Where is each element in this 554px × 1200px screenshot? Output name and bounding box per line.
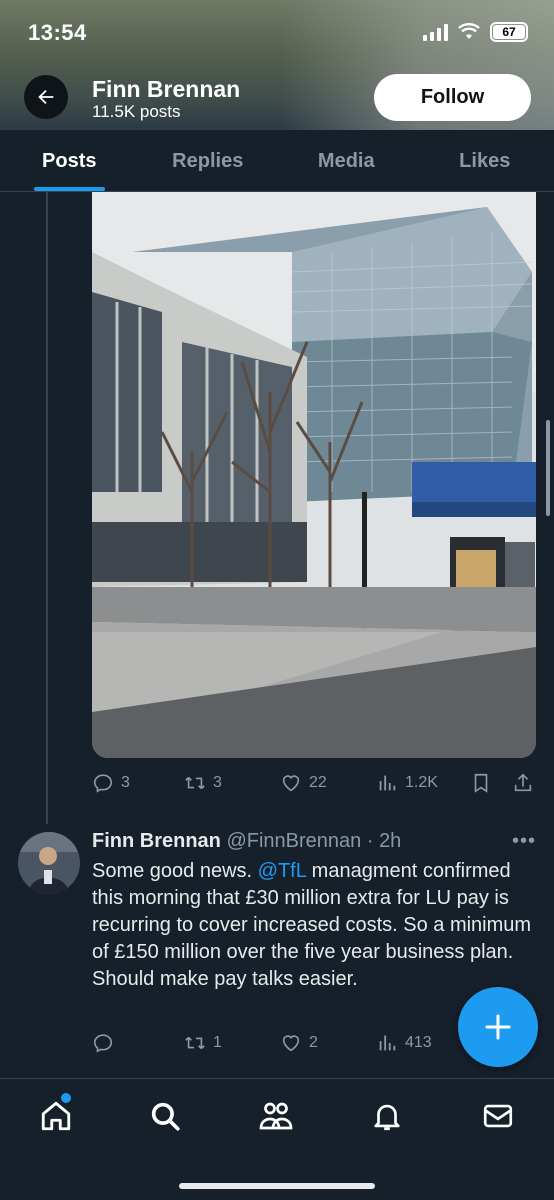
nav-messages[interactable] — [480, 1098, 516, 1134]
tweet-time: 2h — [379, 830, 402, 852]
like-count: 22 — [309, 774, 327, 791]
profile-header: 13:54 67 Finn Brennan 11.5K posts Follow — [0, 0, 554, 130]
views-button[interactable]: 413 — [376, 1028, 432, 1058]
nav-communities[interactable] — [258, 1098, 294, 1134]
bell-icon — [374, 1104, 400, 1131]
like-count: 2 — [309, 1034, 318, 1051]
nav-search[interactable] — [147, 1098, 183, 1134]
repost-button[interactable]: 3 — [184, 768, 222, 798]
status-time-text: 13:54 — [28, 20, 87, 45]
arrow-left-icon — [38, 89, 54, 105]
more-options-icon[interactable]: ••• — [512, 830, 536, 853]
communities-icon — [259, 1102, 293, 1130]
tab-media[interactable]: Media — [277, 130, 416, 191]
heart-icon — [282, 1035, 300, 1052]
scrollbar[interactable] — [546, 420, 550, 516]
reply-icon — [93, 1034, 113, 1053]
bookmark-icon — [474, 773, 488, 793]
views-button[interactable]: 1.2K — [376, 768, 438, 798]
follow-button[interactable]: Follow — [374, 74, 531, 121]
repost-icon — [185, 1036, 205, 1050]
status-icons: 67 — [423, 22, 528, 42]
avatar-photo — [18, 832, 80, 894]
share-icon — [514, 773, 532, 792]
reply-icon — [93, 774, 113, 793]
thread-connector-line — [46, 192, 48, 824]
battery-icon: 67 — [490, 22, 528, 42]
back-button[interactable] — [24, 75, 68, 119]
signal-icon — [423, 23, 448, 41]
tweet-actions: 3 3 22 1.2K — [92, 768, 542, 798]
repost-icon — [185, 776, 205, 790]
post-count: 11.5K posts — [92, 102, 181, 121]
tab-label: Media — [317, 150, 375, 172]
mention-link[interactable]: @TfL — [258, 860, 306, 882]
like-button[interactable]: 2 — [280, 1028, 318, 1058]
tab-posts[interactable]: Posts — [0, 130, 139, 191]
envelope-icon — [483, 1104, 513, 1128]
nav-home[interactable] — [38, 1098, 74, 1134]
active-tab-indicator — [34, 187, 105, 191]
home-icon — [41, 1101, 71, 1131]
tweet-photo[interactable] — [92, 192, 536, 758]
reply-count: 3 — [121, 774, 130, 791]
bar-chart-icon — [379, 775, 396, 791]
battery-level: 67 — [502, 25, 516, 39]
repost-count: 3 — [213, 774, 222, 791]
tweet-text: Some good news. @TfL managment confirmed… — [92, 858, 537, 993]
tweet-text-part: Some good news. — [92, 860, 258, 882]
repost-count: 1 — [213, 1034, 222, 1051]
home-indicator[interactable] — [179, 1183, 375, 1189]
author-handle[interactable]: @FinnBrennan — [226, 830, 361, 852]
wifi-icon — [458, 23, 480, 39]
status-bar: 13:54 67 — [0, 0, 554, 64]
tab-likes[interactable]: Likes — [416, 130, 554, 191]
plus-icon — [485, 1014, 511, 1040]
tab-label: Replies — [172, 150, 244, 172]
share-button[interactable] — [512, 768, 534, 798]
heart-icon — [282, 775, 300, 792]
search-icon — [151, 1102, 180, 1131]
nav-notifications[interactable] — [369, 1098, 405, 1134]
like-button[interactable]: 22 — [280, 768, 327, 798]
status-time: 13:54 — [28, 20, 87, 46]
tab-label: Posts — [42, 150, 97, 172]
bookmark-button[interactable] — [470, 768, 492, 798]
photo-building-illustration — [92, 192, 536, 758]
avatar[interactable] — [18, 832, 80, 894]
tab-replies[interactable]: Replies — [139, 130, 278, 191]
views-count: 413 — [405, 1034, 432, 1051]
tweet-text-part: Should make pay talks easier. — [92, 968, 358, 990]
tweet-header: Finn Brennan @FinnBrennan · 2h — [92, 830, 401, 853]
repost-button[interactable]: 1 — [184, 1028, 222, 1058]
bar-chart-icon — [379, 1035, 396, 1051]
new-posts-indicator — [61, 1093, 71, 1103]
separator-dot: · — [361, 830, 380, 852]
author-name[interactable]: Finn Brennan — [92, 830, 221, 852]
profile-tabs: Posts Replies Media Likes — [0, 130, 554, 192]
tab-label: Likes — [459, 150, 511, 172]
profile-name: Finn Brennan — [92, 76, 241, 102]
views-count: 1.2K — [405, 774, 438, 791]
compose-button[interactable] — [458, 987, 538, 1067]
reply-button[interactable] — [92, 1028, 121, 1058]
reply-button[interactable]: 3 — [92, 768, 130, 798]
